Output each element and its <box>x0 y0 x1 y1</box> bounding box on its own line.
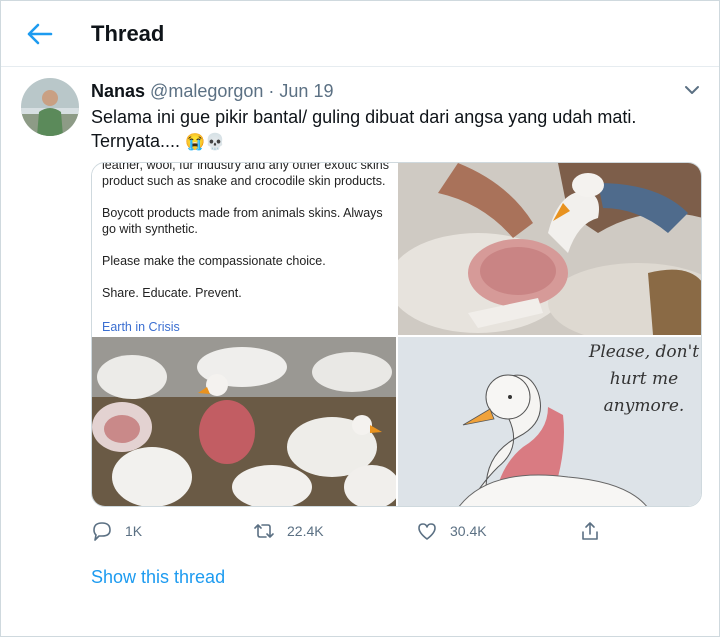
chevron-down-icon[interactable] <box>683 83 701 97</box>
reply-count: 1K <box>125 523 143 539</box>
author-handle[interactable]: @malegorgon <box>150 81 263 101</box>
drawing-caption: Please, don't hurt me anymore. <box>588 342 700 416</box>
tweet-meta: Nanas @malegorgon · Jun 19 <box>91 81 333 102</box>
tweet-date[interactable]: Jun 19 <box>279 81 333 101</box>
retweet-button[interactable]: 22.4K <box>253 518 324 544</box>
author-name[interactable]: Nanas <box>91 81 145 101</box>
separator-dot: · <box>268 81 275 101</box>
arrow-left-icon[interactable] <box>25 21 53 47</box>
tweet-body: Selama ini gue pikir bantal/ guling dibu… <box>91 107 637 151</box>
page-title: Thread <box>91 21 165 46</box>
text-tile-link: Earth in Crisis <box>102 320 180 334</box>
share-icon <box>582 522 598 540</box>
share-button[interactable] <box>579 518 601 544</box>
text-tile-line: Share. Educate. Prevent. <box>102 286 242 300</box>
media-drawing[interactable]: Please, don't hurt me anymore. <box>398 337 701 506</box>
text-tile-line: Boycott products made from animals skins… <box>102 206 383 236</box>
show-thread-link[interactable]: Show this thread <box>91 567 225 588</box>
text-tile-line: Please make the compassionate choice. <box>102 254 326 268</box>
tweet-text: Selama ini gue pikir bantal/ guling dibu… <box>91 105 691 155</box>
text-tile-line: leather, wool, fur industry and any othe… <box>102 163 389 188</box>
reply-icon <box>93 522 111 541</box>
like-count: 30.4K <box>450 523 487 539</box>
header: Thread <box>1 1 719 67</box>
thread-page: Thread Nanas @malegorgon · Jun 19 Selama… <box>0 0 720 637</box>
media-photo-plucking[interactable] <box>398 163 701 335</box>
media-grid: leather, wool, fur industry and any othe… <box>91 162 702 507</box>
tweet-actions: 1K 22.4K 30.4K <box>91 518 691 544</box>
like-button[interactable]: 30.4K <box>416 518 487 544</box>
reply-button[interactable]: 1K <box>91 518 142 544</box>
media-photo-flock[interactable] <box>92 337 396 506</box>
retweet-icon <box>254 524 274 538</box>
heart-icon <box>418 523 436 540</box>
media-text-tile[interactable]: leather, wool, fur industry and any othe… <box>92 163 396 335</box>
avatar[interactable] <box>21 78 79 136</box>
retweet-count: 22.4K <box>287 523 324 539</box>
tweet-emoji: 😭💀 <box>185 134 225 151</box>
text-tile-body: leather, wool, fur industry and any othe… <box>102 163 392 317</box>
